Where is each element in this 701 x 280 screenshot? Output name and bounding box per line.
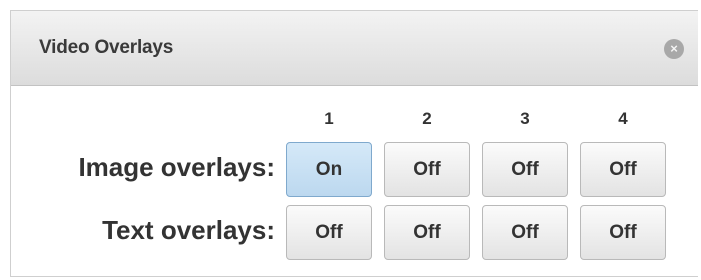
image-overlays-label: Image overlays: [78,152,275,182]
column-header-2: 2 [422,109,432,128]
image-overlay-4-toggle[interactable]: Off [580,142,666,197]
text-overlay-3-toggle[interactable]: Off [482,205,568,260]
text-overlay-4-toggle[interactable]: Off [580,205,666,260]
image-overlay-1-toggle[interactable]: On [286,142,372,197]
text-overlay-2-toggle[interactable]: Off [384,205,470,260]
column-header-1: 1 [324,109,334,128]
image-overlay-3-toggle[interactable]: Off [482,142,568,197]
column-header-3: 3 [520,109,530,128]
dialog-header: Video Overlays × [11,11,698,86]
image-overlay-2-toggle[interactable]: Off [384,142,470,197]
text-overlays-label: Text overlays: [102,215,275,245]
dialog-title: Video Overlays [39,37,174,58]
text-overlay-1-toggle[interactable]: Off [286,205,372,260]
column-header-4: 4 [618,109,628,128]
close-icon[interactable]: × [664,39,684,59]
